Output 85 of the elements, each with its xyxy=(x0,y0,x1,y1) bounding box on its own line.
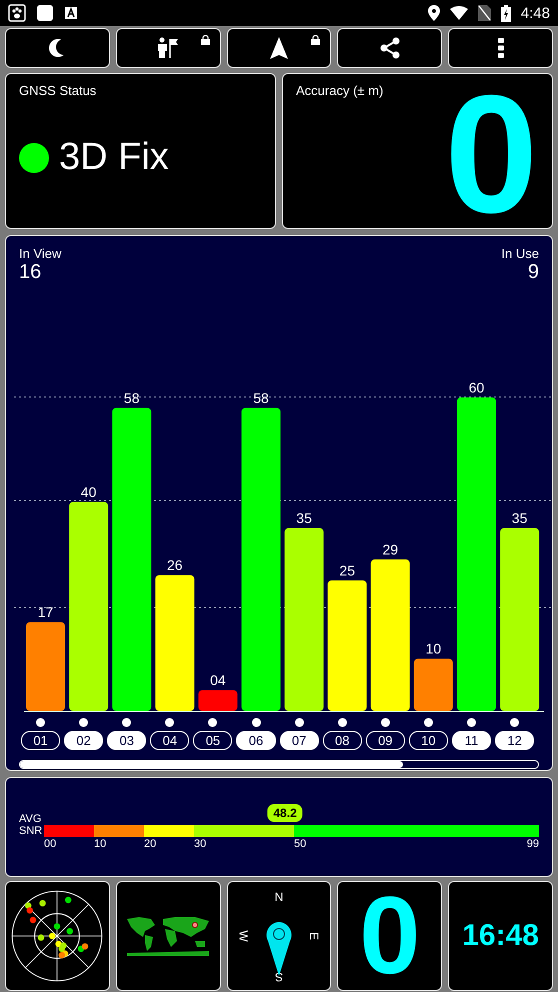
wifi-icon xyxy=(450,6,468,20)
scale-tick: 20 xyxy=(144,838,156,850)
lock-icon xyxy=(200,35,210,45)
scale-tick: 00 xyxy=(44,838,56,850)
in-view-label: In View xyxy=(19,246,62,261)
satellite-dot xyxy=(380,718,390,727)
snr-value: 35 xyxy=(512,510,528,526)
satellite-id: 04 xyxy=(150,731,190,750)
satellite-dot xyxy=(424,718,433,727)
navigation-arrow-icon xyxy=(270,37,288,59)
satellite-dot xyxy=(36,718,46,727)
snr-value: 29 xyxy=(382,541,398,558)
clock-time: 16:48 xyxy=(462,919,539,953)
in-use-label: In Use xyxy=(501,246,539,261)
satellite-id: 08 xyxy=(322,731,362,750)
satellite-id: 07 xyxy=(280,731,319,750)
satellite-id: 05 xyxy=(193,731,232,750)
satellite-dot xyxy=(79,718,88,727)
satellite-dot xyxy=(294,718,304,727)
night-button[interactable] xyxy=(5,28,110,68)
satellite-id: 03 xyxy=(107,731,146,750)
person-flag-icon xyxy=(157,37,180,59)
accuracy-value: 0 xyxy=(444,70,538,238)
accuracy-value: 0 xyxy=(359,882,420,990)
waypoint-button[interactable] xyxy=(116,28,221,68)
satellite-dot xyxy=(208,718,218,727)
scale-tick: 30 xyxy=(194,838,206,850)
satellite-id: 06 xyxy=(236,731,276,750)
clock-tile[interactable]: 16:48 xyxy=(448,881,553,991)
in-use-count: 9 xyxy=(528,261,539,284)
clock-time: 4:48 xyxy=(520,4,550,22)
menu-button[interactable] xyxy=(448,28,553,68)
font-icon xyxy=(64,6,78,20)
moon-icon xyxy=(49,38,66,58)
east-label: E xyxy=(307,932,322,940)
west-label: W xyxy=(236,930,250,942)
snr-value: 17 xyxy=(38,604,54,620)
card-title: GNSS Status xyxy=(19,83,98,98)
satellite-dot xyxy=(252,718,261,727)
compass-tile[interactable]: N W E S xyxy=(226,881,332,991)
avg-label: AVG xyxy=(19,813,42,825)
snr-value: 58 xyxy=(253,390,269,406)
satellite-id: 10 xyxy=(408,731,448,750)
snr-value: 60 xyxy=(468,379,484,396)
south-label: S xyxy=(274,970,283,984)
card-title: Accuracy (± m) xyxy=(296,83,384,98)
menu-icon xyxy=(498,38,504,58)
satellite-dot xyxy=(510,718,520,727)
snr-value: 35 xyxy=(296,510,312,526)
lock-icon xyxy=(311,35,320,45)
snr-value: 04 xyxy=(210,672,226,688)
satellite-id: 02 xyxy=(64,731,104,750)
paw-icon xyxy=(8,4,26,22)
navigate-button[interactable] xyxy=(226,28,332,68)
radar-tile[interactable] xyxy=(5,881,110,991)
in-view-count: 16 xyxy=(19,261,42,284)
satellite-id: 11 xyxy=(452,731,492,750)
accuracy-tile[interactable]: 0 xyxy=(337,881,442,991)
snr-value: 25 xyxy=(339,562,355,578)
satellite-id: 01 xyxy=(21,731,60,750)
satellite-dot xyxy=(466,718,476,727)
average-marker: 48.2 xyxy=(267,804,303,822)
fix-status: 3D Fix xyxy=(59,136,169,179)
scale-tick: 50 xyxy=(294,838,306,850)
snr-label: SNR xyxy=(19,825,44,837)
snr-value: 26 xyxy=(167,557,183,574)
snr-value: 10 xyxy=(426,640,442,657)
share-icon xyxy=(380,37,400,59)
battery-icon xyxy=(500,4,511,22)
no-sim-icon xyxy=(478,5,491,21)
satellite-id: 09 xyxy=(366,731,405,750)
satellite-dot xyxy=(122,718,132,727)
scrollbar[interactable] xyxy=(19,760,539,769)
north-label: N xyxy=(274,890,284,904)
satellite-id: 12 xyxy=(495,731,534,750)
map-tile[interactable] xyxy=(116,881,221,991)
satellite-dot xyxy=(165,718,174,727)
snr-value: 58 xyxy=(124,390,140,406)
scale-tick: 99 xyxy=(526,838,539,850)
location-icon xyxy=(428,5,440,21)
share-button[interactable] xyxy=(337,28,442,68)
scale-tick: 10 xyxy=(94,838,106,850)
snr-value: 40 xyxy=(80,484,96,500)
satellite-dot xyxy=(338,718,347,727)
square-icon xyxy=(36,4,54,22)
